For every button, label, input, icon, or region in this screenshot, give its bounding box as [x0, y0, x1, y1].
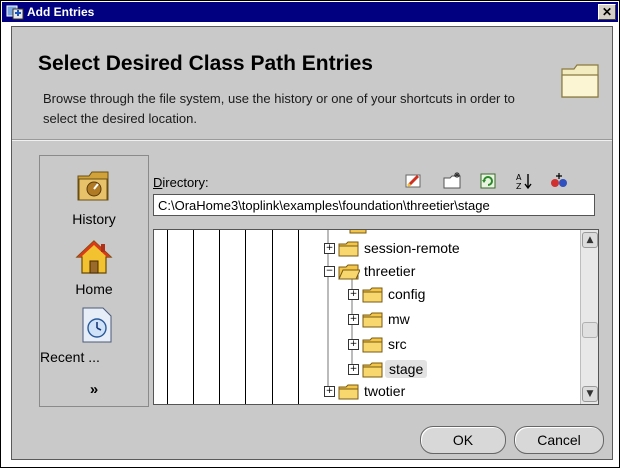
dialog-window: Add Entries ✕ Select Desired Class Path …	[0, 0, 620, 468]
expand-icon[interactable]: +	[324, 243, 335, 254]
tree-row-label: src	[388, 336, 407, 352]
expand-icon[interactable]: +	[348, 364, 359, 375]
folder-icon	[362, 312, 383, 328]
tree-row-label: config	[388, 286, 426, 302]
directory-label-mnemonic: D	[153, 175, 163, 190]
title-bar[interactable]: Add Entries ✕	[2, 2, 618, 22]
header-separator	[12, 139, 612, 141]
refresh-icon[interactable]	[478, 171, 498, 191]
shortcut-history[interactable]: History	[40, 170, 148, 227]
scroll-up-button[interactable]: ▲	[582, 232, 598, 248]
shortcut-label-history: History	[72, 211, 116, 227]
expand-icon[interactable]: +	[348, 339, 359, 350]
history-icon	[77, 171, 109, 201]
folder-icon	[338, 384, 359, 400]
cancel-button[interactable]: Cancel	[514, 426, 604, 454]
new-folder-icon[interactable]	[443, 171, 463, 191]
folder-icon	[362, 362, 383, 378]
tree-row-label: stage	[385, 360, 428, 378]
shortcut-label-home: Home	[75, 281, 113, 297]
home-icon	[75, 240, 113, 274]
folder-icon	[362, 287, 383, 303]
page-title: Select Desired Class Path Entries	[38, 52, 373, 75]
file-tree[interactable]: + session-remote − threetier + config + …	[153, 229, 599, 405]
expand-icon[interactable]: +	[348, 289, 359, 300]
close-button[interactable]: ✕	[598, 4, 616, 20]
ok-button[interactable]: OK	[420, 426, 506, 454]
sort-icon[interactable]: A Z	[514, 171, 534, 191]
shortcut-home[interactable]: Home	[40, 238, 148, 297]
scroll-down-button[interactable]: ▼	[582, 386, 598, 402]
svg-text:A: A	[516, 173, 522, 182]
shortcut-recent[interactable]: Recent ...	[40, 306, 148, 365]
tree-row-label: mw	[388, 311, 410, 327]
directory-label-text: irectory:	[162, 175, 209, 190]
expand-icon[interactable]: +	[324, 386, 335, 397]
open-folder-icon	[338, 264, 360, 280]
folder-icon	[362, 337, 383, 353]
network-icon[interactable]	[549, 171, 569, 191]
directory-label: Directory:	[153, 175, 209, 190]
page-description: Browse through the file system, use the …	[43, 91, 515, 126]
scroll-thumb[interactable]	[582, 322, 598, 338]
vertical-scrollbar[interactable]: ▲ ▼	[580, 230, 598, 404]
svg-text:Z: Z	[516, 182, 522, 191]
directory-input[interactable]: C:\OraHome3\toplink\examples\foundation\…	[153, 194, 595, 216]
dialog-header: Select Desired Class Path Entries Browse…	[12, 27, 612, 139]
shortcuts-panel: History Home Recent ... »	[39, 155, 149, 407]
recent-icon	[82, 307, 112, 343]
more-shortcuts-button[interactable]: »	[40, 381, 148, 398]
shortcut-label-recent: Recent ...	[40, 349, 100, 365]
dialog-body: Select Desired Class Path Entries Browse…	[11, 26, 613, 460]
tree-row-label: session-remote	[364, 240, 460, 256]
edit-icon[interactable]	[403, 171, 423, 191]
expand-icon[interactable]: +	[348, 314, 359, 325]
folder-icon	[338, 241, 359, 257]
window-title: Add Entries	[27, 5, 95, 19]
close-icon: ✕	[601, 5, 613, 19]
tree-row-label: twotier	[364, 383, 406, 399]
collapse-icon[interactable]: −	[324, 266, 335, 277]
folder-large-icon	[561, 64, 599, 98]
tree-row-label: threetier	[364, 263, 416, 279]
app-icon	[6, 5, 24, 20]
